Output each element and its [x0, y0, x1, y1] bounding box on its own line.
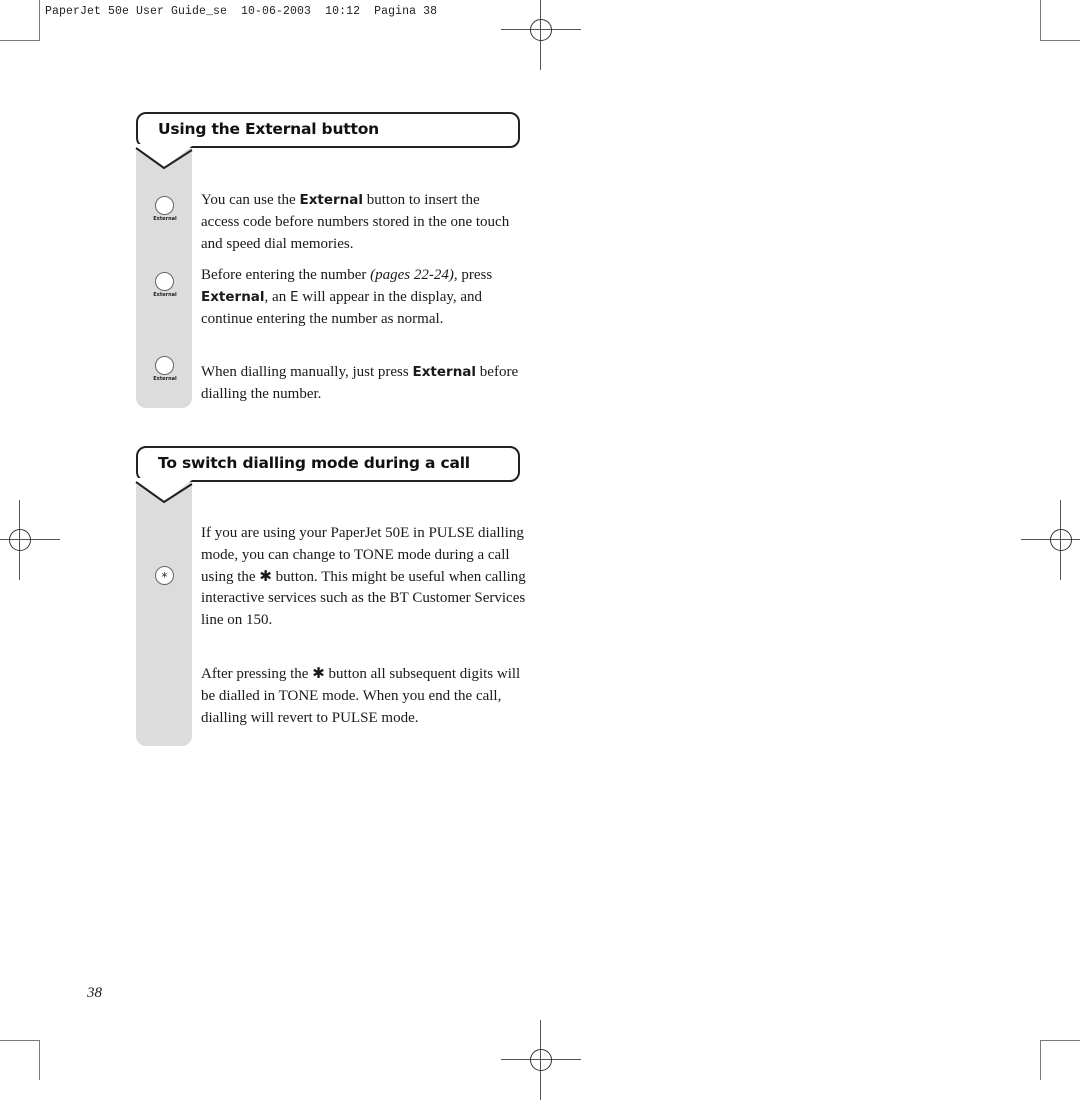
slug-date: 10-06-2003 [241, 5, 312, 18]
external-key-label: External [153, 292, 177, 298]
slug-page: Pagina 38 [374, 5, 438, 18]
section1-paragraph: You can use the External button to inser… [201, 192, 510, 252]
crop-mark-tr-h [1040, 40, 1080, 41]
crop-mark-tl-v [39, 0, 40, 40]
crop-mark-tr-v [1040, 0, 1041, 40]
crop-mark-br-v [1040, 1040, 1041, 1080]
section1-paragraph: Before entering the number (pages 22-24)… [201, 267, 493, 327]
section2-heading-pointer [135, 478, 193, 504]
registration-mark-left [0, 500, 60, 580]
crop-mark-bl-v [39, 1040, 40, 1080]
external-keyword: External [299, 192, 364, 208]
section1-title: Using the External button [158, 120, 379, 138]
external-key-label: External [153, 216, 177, 222]
registration-mark-bottom [501, 1020, 581, 1100]
section2-sidebar [136, 480, 192, 746]
slug-doc-name: PaperJet 50e User Guide_se [45, 5, 228, 18]
registration-mark-right [1021, 500, 1080, 580]
slug-line: PaperJet 50e User Guide_se 10-06-2003 10… [45, 5, 437, 18]
display-symbol-e: E [289, 288, 299, 305]
section1-paragraph: When dialling manually, just press Exter… [201, 364, 519, 402]
star-symbol: ✱ [259, 568, 272, 585]
registration-mark-top [501, 0, 581, 70]
section2-heading-box: To switch dialling mode during a call [136, 446, 520, 482]
section2-title: To switch dialling mode during a call [158, 454, 470, 472]
external-keyword: External [412, 364, 477, 380]
crop-mark-bl-h [0, 1040, 40, 1041]
page-reference: (pages 22-24) [370, 267, 454, 283]
section2-paragraph: After pressing the ✱ button all subseque… [201, 666, 521, 726]
external-key-icon [155, 356, 174, 375]
external-keyword: External [201, 288, 265, 305]
crop-mark-tl-h [0, 40, 40, 41]
external-key-icon [155, 272, 174, 291]
section2-paragraph: If you are using your PaperJet 50E in PU… [201, 525, 526, 629]
page-number: 38 [87, 985, 102, 1001]
crop-mark-br-h [1040, 1040, 1080, 1041]
star-key-icon: * [155, 566, 174, 585]
external-key-label: External [153, 376, 177, 382]
star-symbol: ✱ [312, 666, 325, 682]
section1-heading-pointer [135, 144, 193, 170]
section1-heading-box: Using the External button [136, 112, 520, 148]
external-key-icon [155, 196, 174, 215]
slug-time: 10:12 [325, 5, 361, 18]
